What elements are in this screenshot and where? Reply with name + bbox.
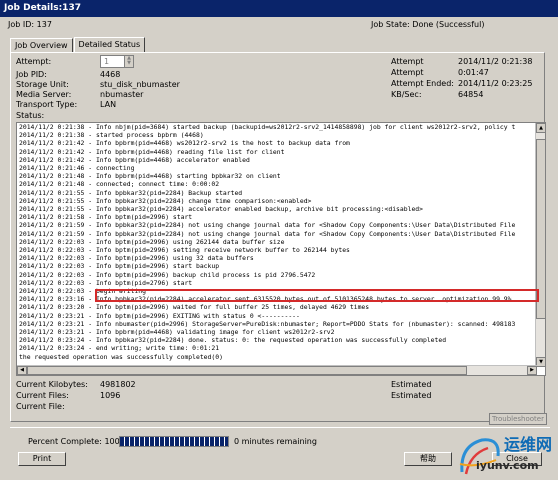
storage-unit-value: stu_disk_nbumaster: [100, 80, 180, 89]
scroll-h-thumb[interactable]: [27, 366, 467, 375]
attempt-value: 1: [104, 57, 110, 66]
log-line: 2014/11/2 0:21:46 - connecting: [19, 164, 135, 173]
log-line: 2014/11/2 0:21:55 - Info bpbkar32(pid=22…: [19, 205, 423, 214]
log-line: 2014/11/2 0:23:21 - Info bpbrm(pid=4468)…: [19, 328, 335, 337]
transport-type-value: LAN: [100, 100, 117, 109]
watermark-logo-icon: [459, 438, 500, 475]
watermark: 运维网: [456, 434, 558, 480]
log-vertical-scrollbar[interactable]: ▲ ▼: [535, 123, 545, 367]
current-kb-value: 4981802: [100, 380, 136, 389]
watermark-brand: 运维网: [504, 435, 553, 454]
log-line: 2014/11/2 0:23:21 - Info bptm(pid=2996) …: [19, 311, 300, 320]
log-line: 2014/11/2 0:21:42 - Info bpbrm(pid=4468)…: [19, 139, 350, 148]
progress-bar: [119, 436, 229, 447]
transport-type-label: Transport Type:: [16, 100, 78, 109]
media-server-label: Media Server:: [16, 90, 72, 99]
log-line: 2014/11/2 0:21:38 - started process bpbr…: [19, 131, 204, 140]
job-state-label: Job State: Done (Successful): [371, 20, 485, 29]
log-line: 2014/11/2 0:21:42 - Info bpbrm(pid=4468)…: [19, 155, 250, 164]
tab-detailed-status[interactable]: Detailed Status: [73, 37, 146, 52]
current-kb-estimated: Estimated: [391, 380, 432, 389]
log-line: 2014/11/2 0:21:58 - Info bptm(pid=2996) …: [19, 213, 193, 222]
log-line: 2014/11/2 0:22:03 - Info bptm(pid=2996) …: [19, 270, 316, 279]
job-id-label: Job ID: 137: [8, 20, 52, 29]
log-line: 2014/11/2 0:21:48 - Info bpbrm(pid=4468)…: [19, 172, 281, 181]
log-line: 2014/11/2 0:22:03 - Info bptm(pid=2796) …: [19, 278, 193, 287]
watermark-site: iyunv.com: [476, 459, 539, 472]
window-title-bar: Job Details:137: [0, 0, 558, 17]
storage-unit-label: Storage Unit:: [16, 80, 69, 89]
status-label: Status:: [16, 111, 45, 120]
log-line: 2014/11/2 0:21:59 - Info bpbkar32(pid=22…: [19, 221, 516, 230]
job-pid-label: Job PID:: [16, 70, 47, 79]
spinner-arrows-icon[interactable]: ▲ ▼: [124, 56, 133, 67]
log-line: 2014/11/2 0:21:48 - connected; connect t…: [19, 180, 220, 189]
log-line: 2014/11/2 0:21:38 - Info nbjm(pid=3684) …: [19, 123, 516, 131]
attempt-ended-label: Attempt Ended:: [391, 79, 454, 88]
log-line: 2014/11/2 0:21:55 - Info bpbkar32(pid=22…: [19, 196, 312, 205]
log-line: 2014/11/2 0:21:42 - Info bpbrm(pid=4468)…: [19, 147, 285, 156]
kbsec-value: 64854: [458, 90, 484, 99]
current-files-estimated: Estimated: [391, 391, 432, 400]
help-button[interactable]: 帮助: [404, 452, 452, 466]
log-line: 2014/11/2 0:23:24 - Info bpbkar32(pid=22…: [19, 336, 447, 345]
log-line: the requested operation was successfully…: [19, 352, 223, 361]
job-pid-value: 4468: [100, 70, 121, 79]
attempt-started-value: 2014/11/2 0:21:38: [458, 57, 533, 66]
media-server-value: nbumaster: [100, 90, 144, 99]
highlight-box: [95, 289, 539, 302]
attempt-ended-value: 2014/11/2 0:23:25: [458, 79, 533, 88]
kbsec-label: KB/Sec:: [391, 90, 422, 99]
time-remaining: 0 minutes remaining: [234, 437, 317, 446]
job-state: Job State: Done (Successful): [371, 18, 484, 32]
current-files-value: 1096: [100, 391, 121, 400]
status-log-lines: 2014/11/2 0:21:38 - Info nbjm(pid=3684) …: [19, 123, 539, 361]
scroll-up-icon[interactable]: ▲: [536, 123, 545, 133]
current-files-label: Current Files:: [16, 391, 69, 400]
attempt-spinner[interactable]: 1 ▲ ▼: [100, 55, 134, 68]
tab-bar: Job Overview Detailed Status: [10, 37, 146, 52]
log-line: 2014/11/2 0:22:03 - Info bptm(pid=2996) …: [19, 237, 285, 246]
scroll-down-icon[interactable]: ▼: [536, 357, 545, 367]
scroll-left-icon[interactable]: ◀: [17, 366, 27, 375]
current-kb-label: Current Kilobytes:: [16, 380, 88, 389]
window-title: Job Details:137: [4, 3, 81, 13]
print-button[interactable]: Print: [18, 452, 66, 466]
tab-job-overview[interactable]: Job Overview: [10, 38, 73, 52]
percent-complete-label: Percent Complete: 100%: [28, 437, 128, 446]
log-line: 2014/11/2 0:23:20 - Info bptm(pid=2996) …: [19, 303, 370, 312]
attempt-started-label: Attempt: [391, 57, 424, 66]
current-file-label: Current File:: [16, 402, 65, 411]
log-line: 2014/11/2 0:22:03 - Info bptm(pid=2996) …: [19, 246, 350, 255]
status-log[interactable]: 2014/11/2 0:21:38 - Info nbjm(pid=3684) …: [16, 122, 546, 376]
log-line: 2014/11/2 0:22:03 - Info bptm(pid=2996) …: [19, 262, 220, 271]
divider: [10, 427, 550, 428]
attempt-label: Attempt:: [16, 57, 52, 66]
log-line: 2014/11/2 0:23:21 - Info nbumaster(pid=2…: [19, 319, 516, 328]
attempt-elapsed-value: 0:01:47: [458, 68, 489, 77]
log-horizontal-scrollbar[interactable]: ◀ ▶: [17, 365, 537, 375]
progress-fill: [120, 437, 228, 446]
job-id: Job ID: 137: [8, 18, 52, 32]
log-line: 2014/11/2 0:23:24 - end writing; write t…: [19, 344, 220, 353]
attempt-elapsed-label: Attempt: [391, 68, 424, 77]
scroll-right-icon[interactable]: ▶: [527, 366, 537, 375]
log-line: 2014/11/2 0:22:03 - Info bptm(pid=2996) …: [19, 254, 254, 263]
troubleshooter-button[interactable]: Troubleshooter: [489, 413, 547, 425]
log-line: 2014/11/2 0:21:59 - Info bpbkar32(pid=22…: [19, 229, 516, 238]
log-line: 2014/11/2 0:21:55 - Info bpbkar32(pid=22…: [19, 188, 243, 197]
